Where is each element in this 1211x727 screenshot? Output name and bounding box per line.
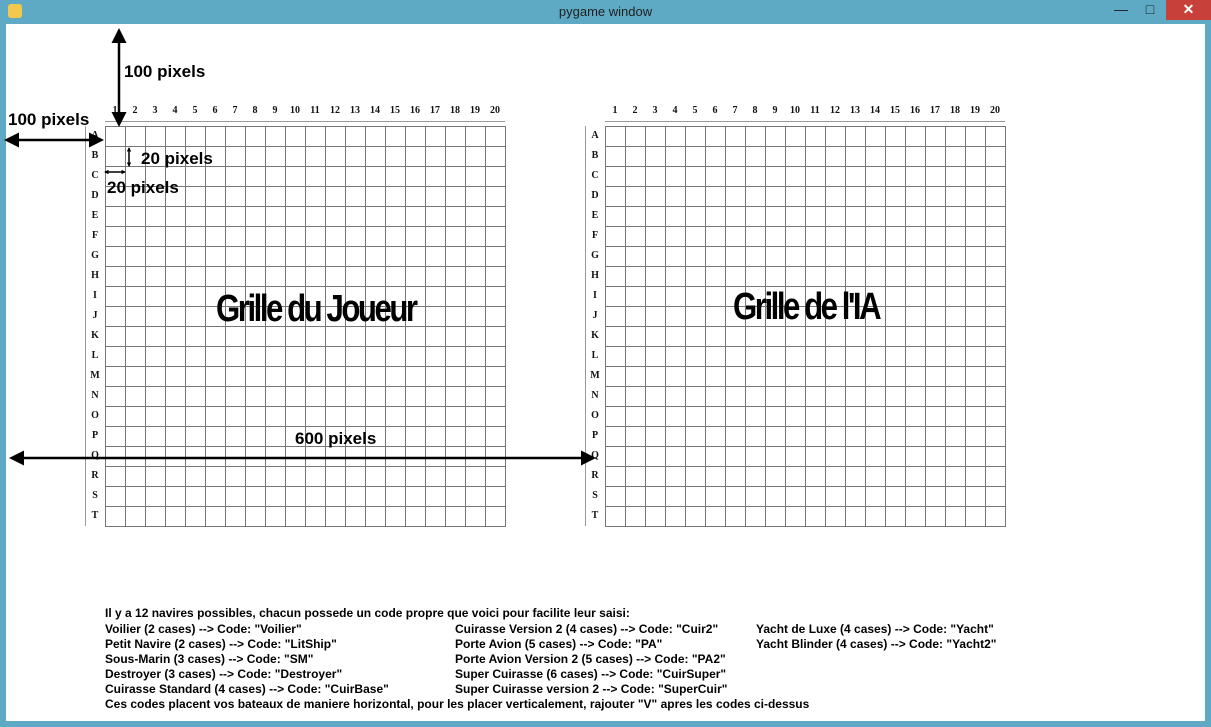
legend-item: Yacht Blinder (4 cases) --> Code: "Yacht… [756, 637, 997, 651]
legend-item: Sous-Marin (3 cases) --> Code: "SM" [105, 652, 314, 666]
left-offset-label: 100 pixels [8, 110, 90, 129]
legend-item: Super Cuirasse (6 cases) --> Code: "Cuir… [455, 667, 727, 681]
legend-item: Porte Avion Version 2 (5 cases) --> Code… [455, 652, 726, 666]
legend-footer: Ces codes placent vos bateaux de maniere… [105, 697, 810, 711]
cell-height-label: 20 pixels [141, 149, 213, 168]
legend-item: Destroyer (3 cases) --> Code: "Destroyer… [105, 667, 343, 681]
legend-item: Cuirasse Version 2 (4 cases) --> Code: "… [455, 622, 719, 636]
top-offset-label: 100 pixels [124, 62, 206, 81]
cell-width-label: 20 pixels [107, 178, 179, 197]
legend-item: Super Cuirasse version 2 --> Code: "Supe… [455, 682, 728, 696]
legend-intro: Il y a 12 navires possibles, chacun poss… [105, 606, 630, 620]
legend-item: Petit Navire (2 cases) --> Code: "LitShi… [105, 637, 337, 651]
legend-item: Yacht de Luxe (4 cases) --> Code: "Yacht… [756, 622, 994, 636]
legend-item: Cuirasse Standard (4 cases) --> Code: "C… [105, 682, 389, 696]
span-label: 600 pixels [295, 429, 377, 448]
legend-item: Porte Avion (5 cases) --> Code: "PA" [455, 637, 663, 651]
legend-item: Voilier (2 cases) --> Code: "Voilier" [105, 622, 302, 636]
